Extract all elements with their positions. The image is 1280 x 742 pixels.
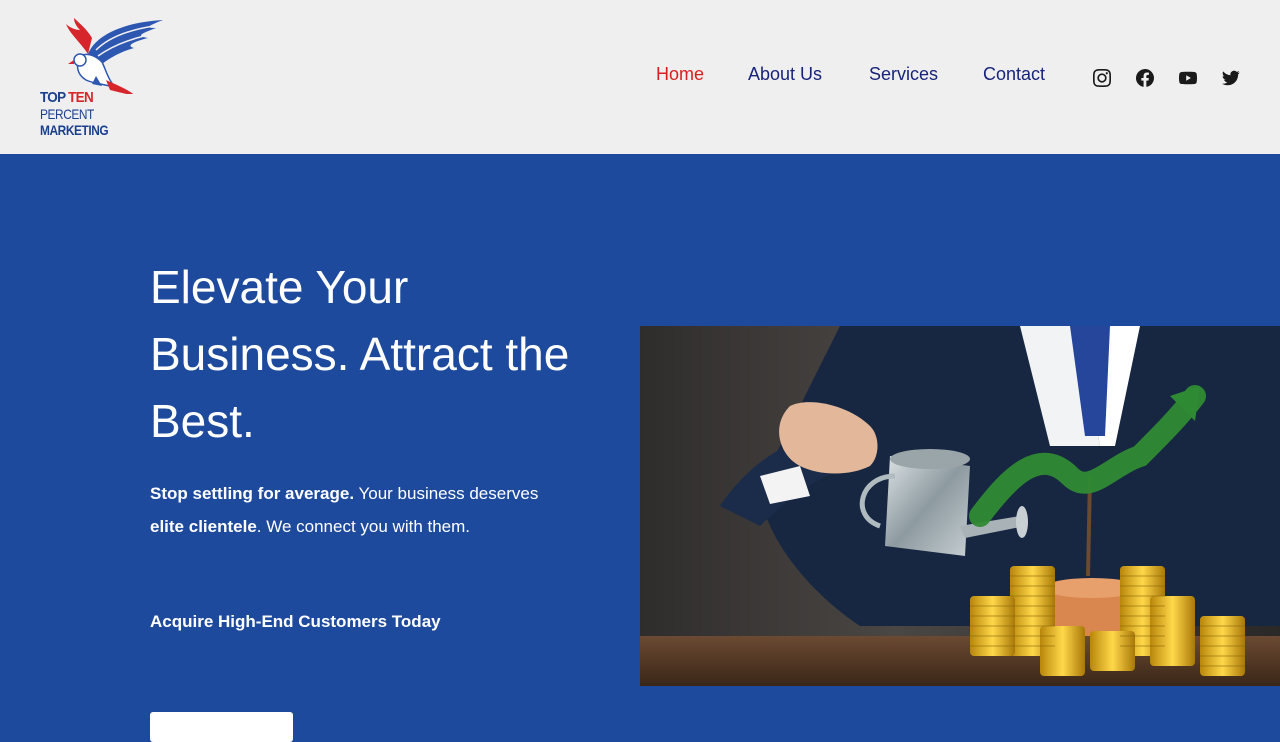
logo[interactable]: TOP TEN PERCENT MARKETING [36, 14, 166, 140]
nav-home-link[interactable]: Home [656, 64, 704, 85]
hero-description: Stop settling for average. Your business… [150, 477, 550, 543]
facebook-icon[interactable] [1135, 68, 1155, 88]
hero-image [640, 326, 1280, 686]
hero-desc-bold1: Stop settling for average. [150, 484, 355, 503]
logo-line3: MARKETING [40, 122, 109, 138]
youtube-icon[interactable] [1178, 68, 1198, 88]
nav-contact-link[interactable]: Contact [983, 64, 1045, 85]
eagle-logo-icon [66, 18, 163, 94]
logo-top: TOP [40, 89, 66, 106]
logo-line1: TOP TEN [40, 90, 112, 106]
nav-services-link[interactable]: Services [869, 64, 938, 85]
twitter-icon[interactable] [1221, 68, 1241, 88]
nav-about-link[interactable]: About Us [748, 64, 822, 85]
instagram-icon[interactable] [1092, 68, 1112, 88]
hero-desc-text1: Your business deserves [354, 484, 539, 503]
hero-cta-button[interactable] [150, 712, 293, 742]
logo-line2: PERCENT [40, 106, 94, 122]
hero-desc-bold2: elite clientele [150, 517, 257, 536]
site-header: TOP TEN PERCENT MARKETING Home About Us … [0, 0, 1280, 154]
hero-title: Elevate Your Business. Attract the Best. [150, 261, 570, 447]
hero-cta-text: Acquire High-End Customers Today [150, 612, 441, 631]
hero-desc-text2: . We connect you with them. [256, 517, 471, 536]
logo-text: TOP TEN PERCENT MARKETING [40, 90, 120, 139]
logo-ten: TEN [68, 89, 94, 106]
money-plant-photo [640, 326, 1280, 686]
